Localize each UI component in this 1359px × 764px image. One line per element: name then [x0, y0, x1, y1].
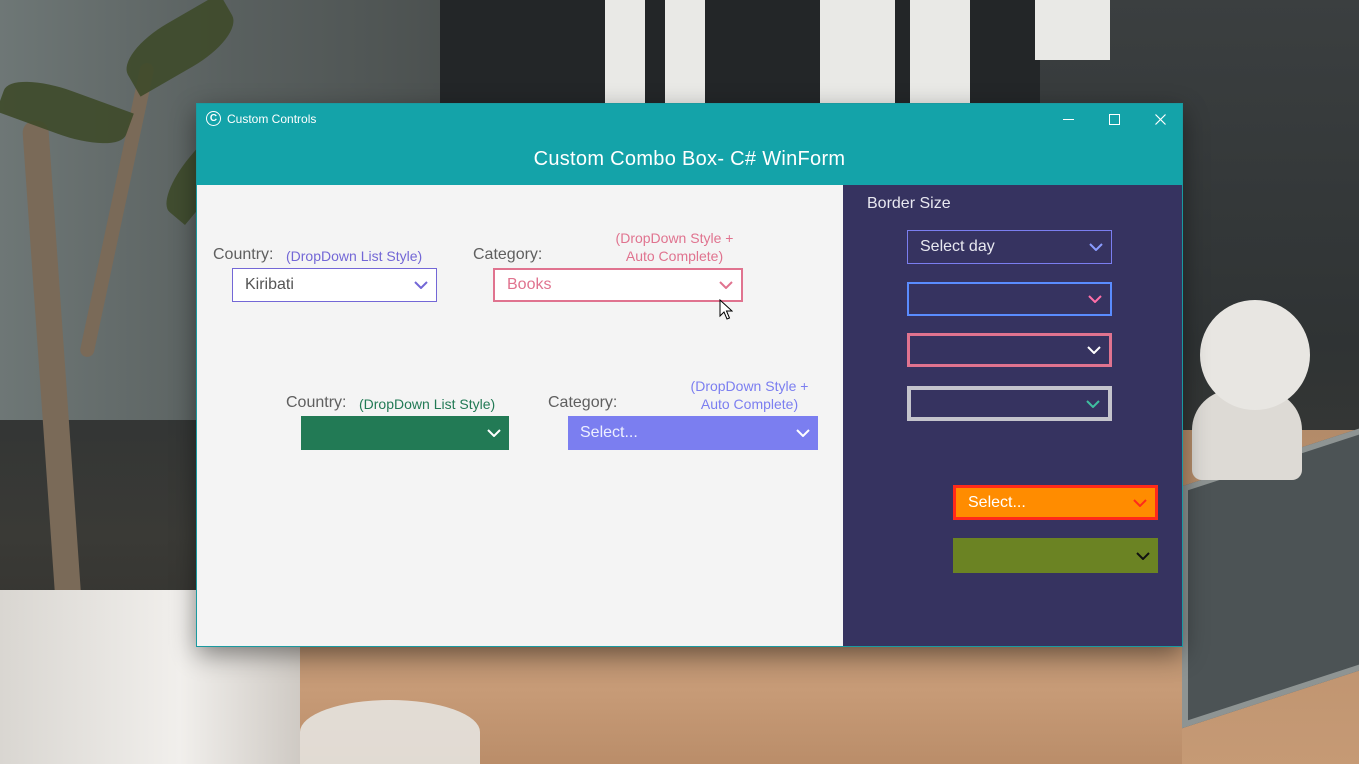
country-hint: (DropDown List Style): [359, 396, 496, 412]
country-hint: (DropDown List Style): [286, 248, 423, 264]
combo-value: Select...: [968, 493, 1026, 511]
maximize-button[interactable]: [1091, 104, 1137, 134]
wallpaper-clock-digit: [665, 0, 705, 104]
category-hint: (DropDown Style + Auto Complete): [602, 229, 747, 265]
country-combo-green[interactable]: [301, 416, 509, 450]
app-icon: C: [206, 111, 221, 126]
chevron-down-icon[interactable]: [1079, 336, 1109, 364]
left-panel: Country: (DropDown List Style) Kiribati …: [197, 185, 843, 646]
border-combo-gray[interactable]: [907, 386, 1112, 421]
border-combo-olive[interactable]: [953, 538, 1158, 573]
country-label: Country:: [286, 394, 347, 411]
category-hint: (DropDown Style + Auto Complete): [677, 377, 822, 413]
header-band: Custom Combo Box- C# WinForm: [197, 134, 1182, 185]
minimize-button[interactable]: [1045, 104, 1091, 134]
category-label: Category:: [548, 394, 618, 411]
wallpaper-clock-digit: [605, 0, 645, 104]
category-combo-value: Books: [507, 276, 552, 293]
wallpaper-figure-head: [1200, 300, 1310, 410]
chevron-down-icon[interactable]: [788, 416, 818, 450]
category-hint-line: (DropDown Style +: [615, 230, 734, 246]
chevron-down-icon[interactable]: [1080, 284, 1110, 314]
chevron-down-icon[interactable]: [711, 270, 741, 300]
chevron-down-icon[interactable]: [1128, 538, 1158, 573]
category-hint-line: Auto Complete): [625, 248, 724, 264]
wallpaper-clock: [440, 0, 1110, 104]
country-combo-value: Kiribati: [245, 276, 294, 293]
chevron-down-icon[interactable]: [1125, 488, 1155, 517]
category-hint-line: (DropDown Style +: [690, 378, 809, 394]
title-bar[interactable]: C Custom Controls: [197, 104, 1182, 134]
category-combo-periwinkle[interactable]: Select...: [568, 416, 818, 450]
category-label: Category:: [473, 246, 543, 263]
app-window: C Custom Controls Custom Combo Box- C# W…: [197, 104, 1182, 646]
wallpaper-cup: [300, 700, 480, 764]
category-combo-value: Select...: [580, 424, 638, 441]
wallpaper-clock-digit: [1035, 0, 1110, 60]
close-button[interactable]: [1137, 104, 1183, 134]
right-panel: Border Size Select day Select...: [843, 185, 1182, 646]
wallpaper-clock-digit: [820, 0, 895, 104]
minimize-icon: [1062, 118, 1074, 120]
border-size-heading: Border Size: [867, 195, 951, 212]
combo-value: Select day: [920, 238, 995, 255]
wallpaper-clock-digit: [910, 0, 970, 104]
border-combo-orange[interactable]: Select...: [953, 485, 1158, 520]
chevron-down-icon[interactable]: [1078, 390, 1108, 417]
chevron-down-icon[interactable]: [479, 416, 509, 450]
border-combo-blue[interactable]: [907, 282, 1112, 316]
mouse-cursor-icon: [719, 299, 733, 320]
select-day-combo[interactable]: Select day: [907, 230, 1112, 264]
chevron-down-icon[interactable]: [406, 269, 436, 301]
maximize-icon: [1108, 113, 1120, 125]
border-combo-pink[interactable]: [907, 333, 1112, 367]
category-combo[interactable]: Books: [493, 268, 743, 302]
chevron-down-icon[interactable]: [1081, 231, 1111, 263]
page-title: Custom Combo Box- C# WinForm: [533, 148, 846, 170]
country-combo[interactable]: Kiribati: [232, 268, 437, 302]
close-icon: [1154, 113, 1166, 125]
window-title: Custom Controls: [227, 112, 317, 126]
category-hint-line: Auto Complete): [700, 396, 799, 412]
country-label: Country:: [213, 246, 274, 263]
